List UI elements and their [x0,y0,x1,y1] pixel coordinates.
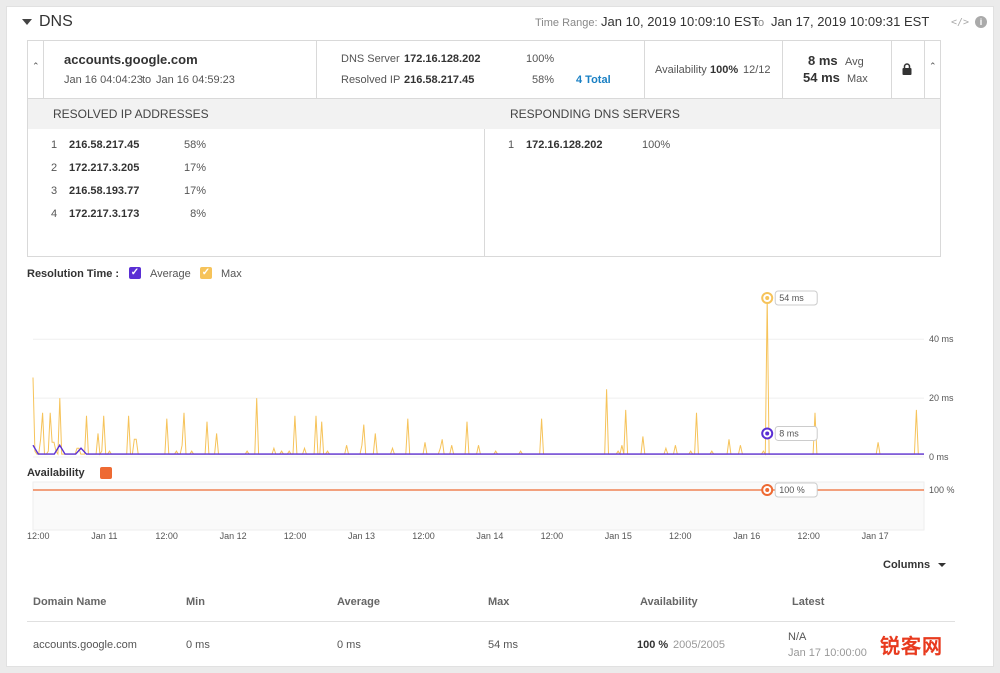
x-tick-label: 12:00 [27,531,50,540]
panel-title: DNS [39,13,73,30]
table-header[interactable]: Min [186,596,205,608]
avg-label: Avg [845,56,864,68]
resolved-ip-address: 216.58.193.77 [69,185,140,197]
summary-row: ⌃ accounts.google.com Jan 16 04:04:23 to… [27,40,941,99]
row-latest-value: N/A [788,631,807,643]
summary-period-from: Jan 16 04:04:23 [64,74,143,86]
time-range-to-label: to [755,17,765,29]
resolved-ip-index: 1 [51,139,58,151]
row-min: 0 ms [186,639,210,651]
code-icon[interactable]: </> [951,17,969,28]
table-header[interactable]: Domain Name [33,596,106,608]
max-legend-checkbox[interactable]: ✓ [200,267,212,279]
summary-domain: accounts.google.com [64,52,198,67]
max-value: 54 ms [803,70,840,85]
resolution-time-chart: 40 ms 20 ms 0 ms 54 ms 8 ms 100 % 100 % 12:00 Ja… [27,290,955,540]
x-tick-label: 12:00 [669,531,692,540]
avg-tooltip-label: 8 ms [779,428,799,438]
availability-label: Availability [655,64,707,76]
availability-tick-label: 100 % [929,485,955,495]
watermark: 锐客网 [880,636,943,658]
responding-dns-index: 1 [508,139,515,151]
resolved-ip-label: Resolved IP [341,74,401,86]
average-legend-checkbox[interactable]: ✓ [129,267,141,279]
x-tick-label: 12:00 [155,531,178,540]
lock-icon[interactable] [901,63,913,76]
x-tick-label: Jan 15 [605,531,632,540]
max-point-dot [765,296,770,300]
responding-dns-address: 172.16.128.202 [526,139,603,151]
resolved-ip-pct: 58% [183,139,206,151]
resolved-ip-address: 216.58.217.45 [69,139,140,151]
avg-value: 8 ms [808,53,838,68]
x-tick-label: Jan 13 [348,531,375,540]
x-tick-label: Jan 14 [476,531,503,540]
table-header[interactable]: Max [488,596,509,608]
x-tick-label: Jan 16 [733,531,760,540]
availability-tooltip-label: 100 % [779,485,805,495]
columns-button[interactable]: Columns [883,559,947,571]
row-domain[interactable]: accounts.google.com [33,639,137,651]
chevron-up-icon[interactable]: ⌃ [929,61,937,72]
resolved-ip-pct: 8% [190,208,206,220]
responding-dns-header: RESPONDING DNS SERVERS [510,107,680,121]
row-average: 0 ms [337,639,361,651]
availability-point-dot [765,488,770,492]
resolved-ip-header: RESOLVED IP ADDRESSES [53,107,209,121]
responding-dns-pct: 100% [642,139,671,151]
y-tick-label: 40 ms [929,334,954,344]
resolved-ip-pct: 17% [183,162,206,174]
y-tick-label: 0 ms [929,452,949,462]
resolution-time-title: Resolution Time : [27,268,120,280]
max-label: Max [847,73,868,85]
dns-server-pct: 100% [526,53,555,65]
availability-pct: 100% [710,64,739,76]
resolved-ip-index: 3 [51,185,58,197]
x-tick-label: 12:00 [797,531,820,540]
resolved-ip-pct: 17% [183,185,206,197]
x-tick-label: Jan 12 [220,531,247,540]
details-section: RESOLVED IP ADDRESSES RESPONDING DNS SER… [27,99,941,257]
dns-server-value: 172.16.128.202 [404,53,481,65]
chevron-up-icon[interactable]: ⌃ [32,61,40,72]
table-header[interactable]: Average [337,596,380,608]
columns-button-label: Columns [883,559,931,571]
summary-period-to-label: to [142,74,152,86]
x-tick-label: Jan 11 [91,531,117,540]
table-header[interactable]: Latest [792,596,824,608]
info-icon[interactable]: i [975,16,987,28]
time-range-to[interactable]: Jan 17, 2019 10:09:31 EST [771,14,929,29]
collapse-caret-icon[interactable] [22,19,32,25]
dns-server-label: DNS Server [341,53,400,65]
resolved-ip-pct: 58% [532,74,555,86]
avg-point-dot [765,431,770,436]
y-tick-label: 20 ms [929,393,954,403]
x-tick-label: 12:00 [284,531,307,540]
row-availability-count: 2005/2005 [673,639,725,651]
resolved-ip-address: 172.217.3.205 [69,162,140,174]
x-tick-label: Jan 17 [862,531,889,540]
resolved-ip-address: 172.217.3.173 [69,208,140,220]
row-availability-pct: 100 % [637,639,669,651]
max-legend-label: Max [221,268,242,280]
x-tick-label: 12:00 [412,531,435,540]
availability-count: 12/12 [743,64,771,76]
average-legend-label: Average [150,268,191,280]
resolved-ip-value: 216.58.217.45 [404,74,475,86]
table-header[interactable]: Availability [640,596,698,608]
resolved-ip-index: 2 [51,162,58,174]
resolved-ip-index: 4 [51,208,58,220]
dns-panel: DNS Time Range: Jan 10, 2019 10:09:10 ES… [6,6,994,667]
total-link[interactable]: 4 Total [576,74,611,86]
time-range-from[interactable]: Jan 10, 2019 10:09:10 EST [601,14,759,29]
x-tick-label: 12:00 [541,531,564,540]
max-tooltip-label: 54 ms [779,293,804,303]
time-range-label: Time Range: [535,17,598,29]
row-max: 54 ms [488,639,518,651]
summary-period-to: Jan 16 04:59:23 [156,74,235,86]
chevron-down-icon [938,563,947,568]
row-latest-time: Jan 17 10:00:00 [788,647,867,659]
